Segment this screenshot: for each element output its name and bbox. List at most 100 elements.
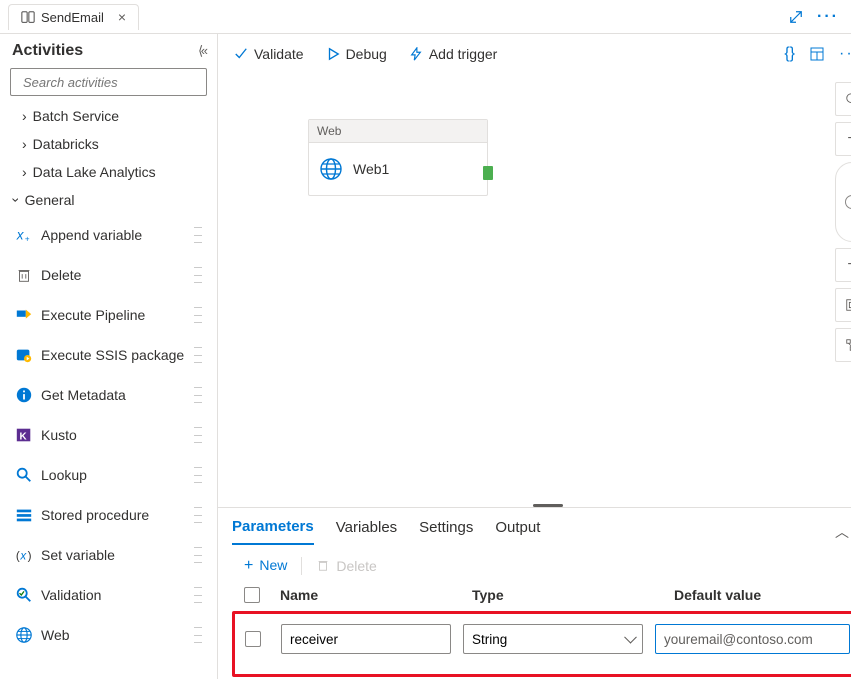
- tree-node-batch-service[interactable]: › Batch Service: [8, 102, 209, 130]
- tab-output[interactable]: Output: [495, 519, 540, 544]
- tree-label: Batch Service: [33, 108, 119, 124]
- grip-icon: [194, 227, 202, 243]
- row-checkbox[interactable]: [245, 631, 261, 647]
- activity-execute-pipeline[interactable]: Execute Pipeline: [8, 296, 209, 334]
- activity-kusto[interactable]: K Kusto: [8, 416, 209, 454]
- zoom-in-button[interactable]: +: [835, 122, 851, 156]
- tree-node-general[interactable]: › General: [8, 186, 209, 214]
- pipeline-tab[interactable]: SendEmail ×: [8, 4, 139, 30]
- canvas-activity-web[interactable]: Web Web1: [308, 119, 488, 196]
- activity-set-variable[interactable]: (x) Set variable: [8, 536, 209, 574]
- canvas-toolbar: Validate Debug Add trigger {} ···: [218, 34, 851, 74]
- expand-icon[interactable]: [789, 10, 803, 24]
- activity-type: Web: [309, 120, 487, 143]
- zoom-slider[interactable]: [835, 162, 851, 242]
- tab-bar-actions: ···: [789, 8, 851, 26]
- activity-list: x+ Append variable Delete Execute Pipeli…: [0, 214, 217, 666]
- activity-label: Append variable: [41, 227, 186, 243]
- activity-label: Stored procedure: [41, 507, 186, 523]
- collapse-panel-icon[interactable]: ︿: [835, 522, 849, 542]
- new-parameter-button[interactable]: +New: [244, 557, 287, 575]
- activity-label: Delete: [41, 267, 186, 283]
- tree-label: Data Lake Analytics: [33, 164, 156, 180]
- delete-parameter-button[interactable]: Delete: [316, 558, 376, 574]
- activity-append-variable[interactable]: x+ Append variable: [8, 216, 209, 254]
- col-type: Type: [472, 587, 662, 603]
- success-connector[interactable]: [483, 166, 493, 180]
- debug-button[interactable]: Debug: [326, 46, 387, 62]
- activity-label: Execute SSIS package: [41, 347, 186, 363]
- activity-get-metadata[interactable]: Get Metadata: [8, 376, 209, 414]
- info-icon: [15, 386, 33, 404]
- tree-node-data-lake[interactable]: › Data Lake Analytics: [8, 158, 209, 186]
- more-icon[interactable]: ···: [839, 45, 851, 63]
- chevron-right-icon: ›: [22, 108, 27, 124]
- svg-text:+: +: [25, 234, 30, 243]
- svg-text:): ): [28, 550, 32, 563]
- trash-icon: [15, 266, 33, 284]
- col-default: Default value: [674, 587, 851, 603]
- tree-label: General: [25, 192, 75, 208]
- activity-label: Execute Pipeline: [41, 307, 186, 323]
- parameter-grid-header: Name Type Default value: [232, 581, 851, 609]
- properties-icon[interactable]: [809, 46, 825, 62]
- grip-icon: [194, 347, 202, 363]
- tree-node-databricks[interactable]: › Databricks: [8, 130, 209, 158]
- chevron-right-icon: ›: [22, 164, 27, 180]
- layout-button[interactable]: [835, 328, 851, 362]
- tab-variables[interactable]: Variables: [336, 519, 397, 544]
- pipeline-canvas[interactable]: Web Web1 + −: [218, 74, 851, 499]
- validate-button[interactable]: Validate: [234, 46, 304, 62]
- activity-execute-ssis[interactable]: Execute SSIS package: [8, 336, 209, 374]
- search-wrapper: [10, 68, 207, 96]
- grip-icon: [194, 467, 202, 483]
- grip-icon: [194, 267, 202, 283]
- activity-web[interactable]: Web: [8, 616, 209, 654]
- activity-tree: › Batch Service › Databricks › Data Lake…: [0, 102, 217, 214]
- stored-procedure-icon: [15, 506, 33, 524]
- grip-icon: [194, 507, 202, 523]
- panel-splitter[interactable]: [218, 499, 851, 507]
- search-input[interactable]: [23, 75, 201, 90]
- grip-icon: [194, 547, 202, 563]
- select-all-checkbox[interactable]: [244, 587, 260, 603]
- col-name: Name: [280, 587, 460, 603]
- kusto-icon: K: [15, 426, 33, 444]
- param-type-select[interactable]: [463, 624, 643, 654]
- activity-lookup[interactable]: Lookup: [8, 456, 209, 494]
- fit-to-screen-button[interactable]: [835, 288, 851, 322]
- chevron-down-icon: ›: [8, 198, 24, 203]
- pipeline-icon: [21, 10, 35, 24]
- web-icon: [15, 626, 33, 644]
- grip-icon: [194, 427, 202, 443]
- tree-label: Databricks: [33, 136, 99, 152]
- activity-validation[interactable]: Validation: [8, 576, 209, 614]
- main-area: Validate Debug Add trigger {} ··· Web: [218, 34, 851, 679]
- activity-label: Set variable: [41, 547, 186, 563]
- append-variable-icon: x+: [15, 226, 33, 244]
- close-icon[interactable]: ×: [118, 9, 126, 25]
- tab-parameters[interactable]: Parameters: [232, 518, 314, 545]
- more-icon[interactable]: ···: [817, 8, 839, 26]
- tab-settings[interactable]: Settings: [419, 519, 473, 544]
- svg-text:x: x: [19, 550, 27, 563]
- web-icon: [319, 157, 343, 181]
- activity-delete[interactable]: Delete: [8, 256, 209, 294]
- execute-ssis-icon: [15, 346, 33, 364]
- search-canvas-button[interactable]: [835, 82, 851, 116]
- activity-stored-procedure[interactable]: Stored procedure: [8, 496, 209, 534]
- execute-pipeline-icon: [15, 306, 33, 324]
- param-name-input[interactable]: [281, 624, 451, 654]
- activity-label: Validation: [41, 587, 186, 603]
- collapse-sidebar-icon[interactable]: ⟨ «: [198, 43, 205, 59]
- lookup-icon: [15, 466, 33, 484]
- grip-icon: [194, 587, 202, 603]
- activity-label: Lookup: [41, 467, 186, 483]
- zoom-out-button[interactable]: −: [835, 248, 851, 282]
- param-default-input[interactable]: [655, 624, 850, 654]
- activity-label: Web: [41, 627, 186, 643]
- code-icon[interactable]: {}: [784, 45, 795, 63]
- tab-bar: SendEmail × ···: [0, 0, 851, 34]
- properties-panel: Parameters Variables Settings Output ︿ +…: [218, 507, 851, 679]
- add-trigger-button[interactable]: Add trigger: [409, 46, 497, 62]
